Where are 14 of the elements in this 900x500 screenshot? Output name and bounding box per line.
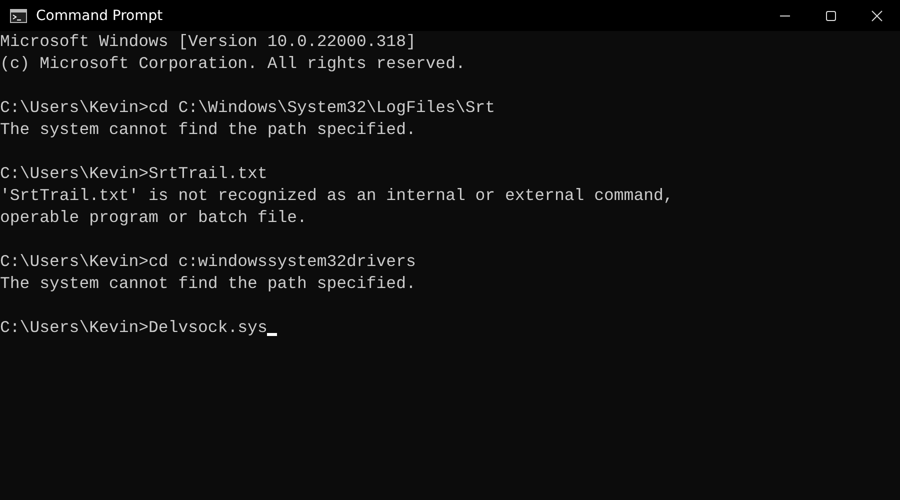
close-icon <box>871 10 883 22</box>
console-line: The system cannot find the path specified. <box>0 273 416 295</box>
console-icon <box>10 8 27 22</box>
console-line: The system cannot find the path specified. <box>0 119 416 141</box>
console-line: C:\Users\Kevin>Delvsock.sys <box>0 317 268 339</box>
window-title: Command Prompt <box>36 8 164 24</box>
console-line: (c) Microsoft Corporation. All rights reserved. <box>0 53 466 75</box>
console-line: 'SrtTrail.txt' is not recognized as an internal or external command, <box>0 185 674 207</box>
console-line: operable program or batch file. <box>0 207 307 229</box>
maximize-icon <box>825 10 837 22</box>
console-line: C:\Users\Kevin>cd C:\Windows\System32\LogFiles\Srt <box>0 97 496 119</box>
console-line: C:\Users\Kevin>cd c:windowssystem32drivers <box>0 251 416 273</box>
console-line: Microsoft Windows [Version 10.0.22000.318] <box>0 31 416 53</box>
console-line: C:\Users\Kevin>SrtTrail.txt <box>0 163 268 185</box>
